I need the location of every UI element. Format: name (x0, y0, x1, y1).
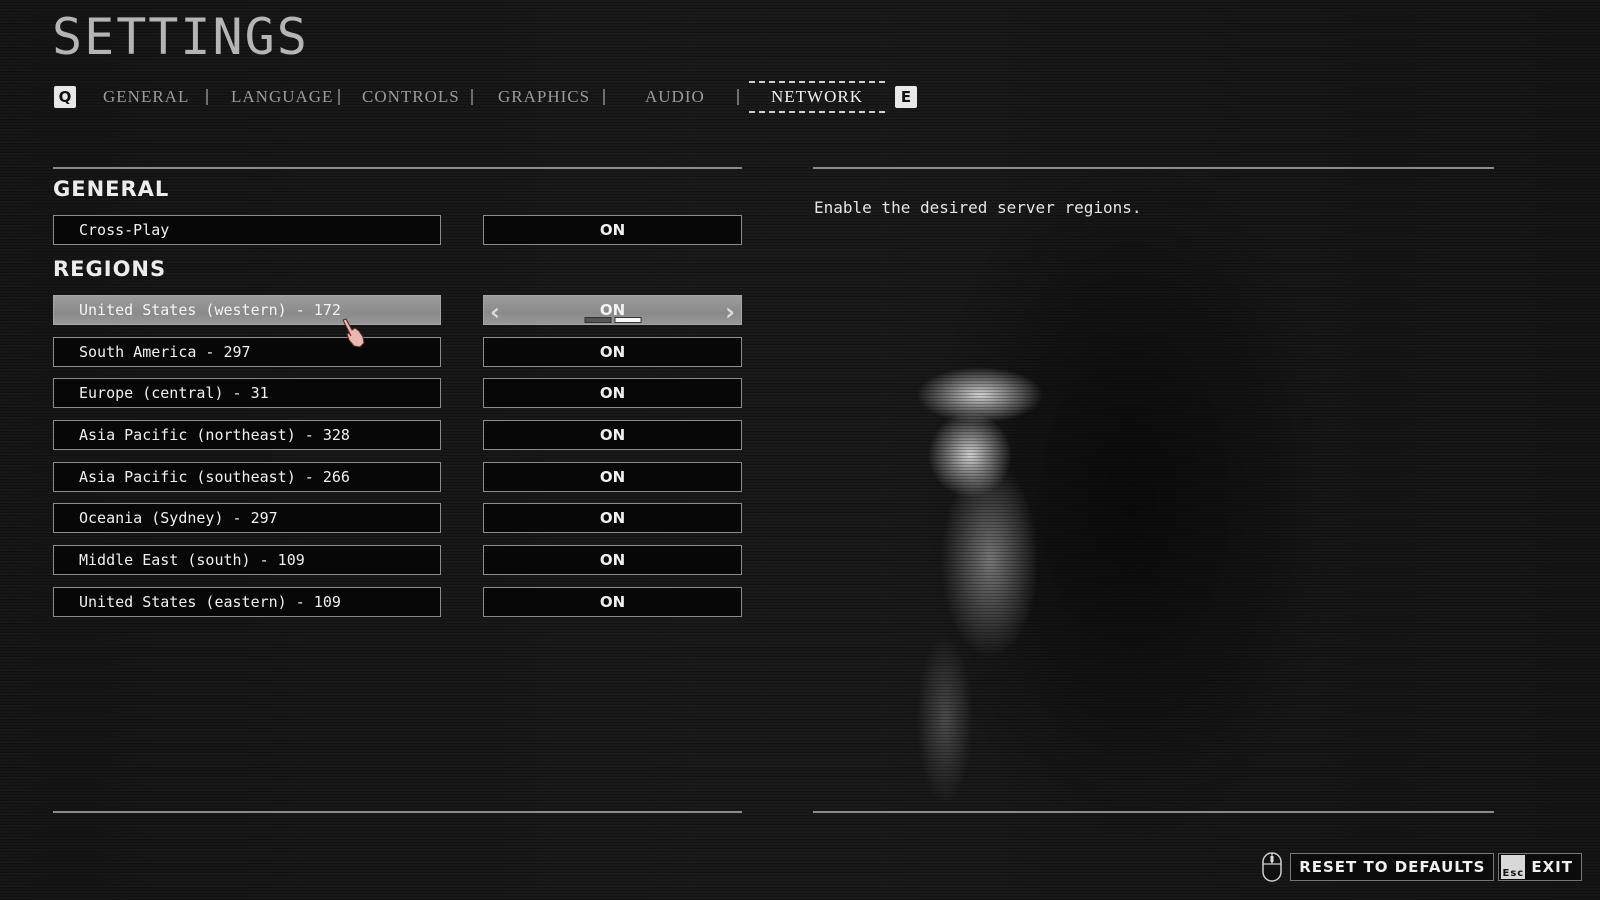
option-pip-on (614, 317, 641, 323)
tab-divider (206, 89, 208, 105)
tab-general[interactable]: GENERAL (103, 87, 188, 107)
tab-divider (737, 89, 739, 105)
background-art (0, 0, 1600, 900)
esc-key-icon: Esc (1501, 855, 1526, 879)
section-heading-general: GENERAL (53, 177, 170, 201)
region-value-oceania-sydney[interactable]: ON (483, 503, 742, 533)
page-title: SETTINGS (52, 8, 309, 66)
region-value-us-eastern[interactable]: ON (483, 587, 742, 617)
region-label-middle-east-south[interactable]: Middle East (south) - 109 (53, 545, 441, 575)
tab-divider (471, 89, 473, 105)
option-pip-off (584, 317, 611, 323)
exit-label: EXIT (1531, 858, 1573, 876)
region-value-europe-central[interactable]: ON (483, 378, 742, 408)
section-heading-regions: REGIONS (53, 257, 167, 281)
region-label-oceania-sydney[interactable]: Oceania (Sydney) - 297 (53, 503, 441, 533)
reset-to-defaults-label: RESET TO DEFAULTS (1299, 858, 1486, 876)
region-label-europe-central[interactable]: Europe (central) - 31 (53, 378, 441, 408)
tab-graphics[interactable]: GRAPHICS (498, 87, 589, 107)
divider-top-right (813, 167, 1494, 169)
region-selector-us-western[interactable]: ‹ ON › (483, 295, 742, 326)
region-value-south-america[interactable]: ON (483, 337, 742, 367)
tab-language[interactable]: LANGUAGE (231, 87, 332, 107)
next-tab-key-icon[interactable]: E (894, 86, 917, 108)
region-label-us-eastern[interactable]: United States (eastern) - 109 (53, 587, 441, 617)
setting-description: Enable the desired server regions. (814, 198, 1142, 217)
tab-audio[interactable]: AUDIO (645, 87, 704, 107)
region-label-asia-pacific-southeast[interactable]: Asia Pacific (southeast) - 266 (53, 462, 441, 492)
prev-tab-key-icon[interactable]: Q (54, 86, 76, 108)
divider-bottom-left (53, 811, 742, 813)
reset-to-defaults-button[interactable]: RESET TO DEFAULTS (1290, 853, 1495, 881)
divider-top-left (53, 167, 742, 169)
tab-divider (338, 89, 340, 105)
chevron-right-icon[interactable]: › (725, 298, 735, 326)
hand-cursor-icon (342, 318, 365, 348)
region-value-asia-pacific-northeast[interactable]: ON (483, 420, 742, 450)
region-value-asia-pacific-southeast[interactable]: ON (483, 462, 742, 492)
chevron-left-icon[interactable]: ‹ (490, 298, 500, 326)
setting-value-cross-play[interactable]: ON (483, 215, 742, 245)
exit-button[interactable]: Esc EXIT (1498, 853, 1582, 881)
region-label-asia-pacific-northeast[interactable]: Asia Pacific (northeast) - 328 (53, 420, 441, 450)
mouse-icon (1262, 852, 1282, 882)
tab-network[interactable]: NETWORK (749, 81, 885, 113)
region-label-us-western[interactable]: United States (western) - 172 (53, 295, 441, 325)
region-value-middle-east-south[interactable]: ON (483, 545, 742, 575)
setting-label-cross-play[interactable]: Cross-Play (53, 215, 441, 245)
region-label-south-america[interactable]: South America - 297 (53, 337, 441, 367)
tab-divider (603, 89, 605, 105)
option-indicator (584, 317, 641, 323)
tab-controls[interactable]: CONTROLS (362, 87, 459, 107)
divider-bottom-right (813, 811, 1494, 813)
footer-actions: RESET TO DEFAULTS Esc EXIT (1262, 852, 1582, 882)
tab-bar: Q GENERAL LANGUAGE CONTROLS GRAPHICS AUD… (54, 81, 917, 113)
